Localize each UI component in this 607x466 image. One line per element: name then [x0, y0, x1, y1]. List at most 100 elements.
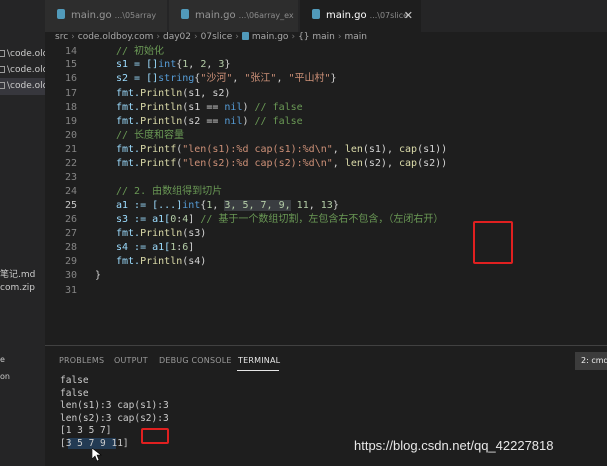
tab-main-07slice[interactable]: main.go ...\07slice ✕ [300, 0, 422, 32]
folder-icon [0, 50, 5, 57]
folder-icon [0, 66, 5, 73]
code-line: 26 s3 := a1[0:4] // 基于一个数组切割，左包含右不包含，（左闭右… [45, 212, 607, 227]
chevron-right-icon: › [156, 32, 160, 42]
code-token: } [95, 270, 102, 281]
breadcrumb-item[interactable]: src [55, 32, 68, 42]
explorer-file-zip[interactable]: com.zip [0, 283, 35, 293]
code-token: a1 := [...] [116, 200, 183, 211]
bottom-panel: PROBLEMS OUTPUT DEBUG CONSOLE TERMINAL 2… [45, 345, 607, 466]
code-token: s4 := a1[ [116, 242, 171, 253]
code-line: 15 s1 = []int{1, 2, 3} [45, 57, 607, 72]
code-token: "len(s2):%d cap(s2):%d\n" [182, 158, 333, 169]
line-number: 28 [64, 242, 77, 253]
terminal-line: false [60, 375, 89, 386]
code-token: , [232, 73, 245, 84]
code-comment: // 初始化 [116, 46, 165, 57]
code-token: cap [399, 144, 418, 155]
code-token: "张江" [244, 73, 277, 84]
code-token: s3 := a1[ [116, 214, 171, 225]
tab-problems[interactable]: PROBLEMS [59, 356, 104, 365]
line-number: 15 [64, 59, 77, 70]
line-number: 26 [64, 214, 77, 225]
code-line: 27 fmt.Println(s3) [45, 226, 607, 241]
code-token: (s1 == [182, 102, 225, 113]
code-line: 16 s2 = []string{"沙河", "张江", "平山村"} [45, 71, 607, 86]
code-token: Println [140, 102, 183, 113]
tab-path: ...\07slice [369, 11, 409, 20]
code-token: ] [188, 214, 201, 225]
code-token: ) [242, 116, 255, 127]
code-line-current: 25 a1 := [...]int{1, 3, 5, 7, 9, 11, 13} [45, 198, 607, 213]
code-token: , [276, 73, 289, 84]
code-token: (s1, s2) [182, 88, 231, 99]
code-token: , [206, 59, 219, 70]
go-file-icon [241, 32, 249, 40]
code-line: 17 fmt.Println(s1, s2) [45, 86, 607, 101]
breadcrumb: src › code.oldboy.com › day02 › 07slice › main.g… [45, 32, 607, 44]
annotation-box [141, 428, 169, 444]
breadcrumb-item[interactable]: 07slice [201, 32, 233, 42]
code-token: int [158, 59, 177, 70]
code-token: fmt. [116, 116, 141, 127]
breadcrumb-item[interactable]: code.oldboy.com [78, 32, 154, 42]
code-token: } [330, 73, 337, 84]
breadcrumb-item[interactable]: {} main [298, 32, 335, 42]
breadcrumb-item[interactable]: main [344, 32, 367, 42]
code-token: fmt. [116, 256, 141, 267]
code-token: (s2 == [182, 116, 225, 127]
code-token: nil [224, 102, 243, 113]
tab-label: main.go [326, 10, 367, 21]
code-selection: 3, 5, 7, 9, [224, 200, 291, 211]
code-comment: // 长度和容量 [116, 130, 185, 141]
code-token: , [212, 200, 225, 211]
tab-debug-console[interactable]: DEBUG CONSOLE [159, 356, 232, 365]
code-token: int [182, 200, 201, 211]
code-editor[interactable]: 14// 初始化 15 s1 = []int{1, 2, 3} 16 s2 = []… [45, 44, 607, 345]
tab-path: ...\06array_ex [238, 11, 294, 20]
code-comment: // 2. 由数组得到切片 [116, 186, 223, 197]
code-token: Println [140, 256, 183, 267]
line-number: 21 [64, 144, 77, 155]
breadcrumb-item[interactable]: main.go [252, 32, 289, 42]
line-number: 29 [64, 256, 77, 267]
code-token: (s1), [362, 144, 399, 155]
code-token: s2 = [] [116, 73, 159, 84]
sidebar-bottom-text: e [0, 355, 5, 364]
code-token: string [158, 73, 195, 84]
line-number: 17 [64, 88, 77, 99]
code-token: "len(s1):%d cap(s1):%d\n" [182, 144, 333, 155]
code-comment: // 基于一个数组切割，左包含右不包含，（左闭右开） [200, 214, 444, 225]
explorer-file-notes[interactable]: 笔记.md [0, 267, 35, 280]
code-token: "平山村" [288, 73, 331, 84]
line-number: 31 [64, 285, 77, 296]
explorer-item[interactable]: \code.old... [0, 62, 45, 79]
code-token: (s2), [362, 158, 399, 169]
code-line: 20 // 长度和容量 [45, 128, 607, 143]
breadcrumb-item[interactable]: day02 [163, 32, 191, 42]
code-line: 19 fmt.Println(s2 == nil) // false [45, 114, 607, 129]
code-token: Println [140, 116, 183, 127]
explorer-item[interactable]: \code.old... [0, 46, 45, 63]
code-token: nil [224, 116, 243, 127]
code-token: 11 [296, 200, 309, 211]
tab-main-05array[interactable]: main.go ...\05array [45, 0, 168, 32]
code-comment: // false [254, 102, 303, 113]
code-token: fmt. [116, 144, 141, 155]
tab-terminal[interactable]: TERMINAL [238, 356, 280, 365]
line-number: 27 [64, 228, 77, 239]
tab-main-06array-ex[interactable]: main.go ...\06array_ex [169, 0, 299, 32]
line-number: 24 [64, 186, 77, 197]
code-token: , [188, 59, 201, 70]
terminal-line: [1 3 5 7] [60, 425, 112, 436]
tab-output[interactable]: OUTPUT [114, 356, 148, 365]
chevron-right-icon: › [235, 32, 239, 42]
code-token: ] [188, 242, 195, 253]
go-file-icon [57, 9, 65, 19]
explorer-item-selected[interactable]: \code.old... [0, 78, 45, 95]
terminal-select[interactable]: 2: cmd [575, 352, 607, 370]
code-token: cap [399, 158, 418, 169]
code-token: (s1)) [417, 144, 448, 155]
terminal-line: len(s2):3 cap(s2):3 [60, 413, 169, 424]
code-token: Println [140, 228, 183, 239]
close-icon[interactable]: ✕ [404, 0, 413, 32]
